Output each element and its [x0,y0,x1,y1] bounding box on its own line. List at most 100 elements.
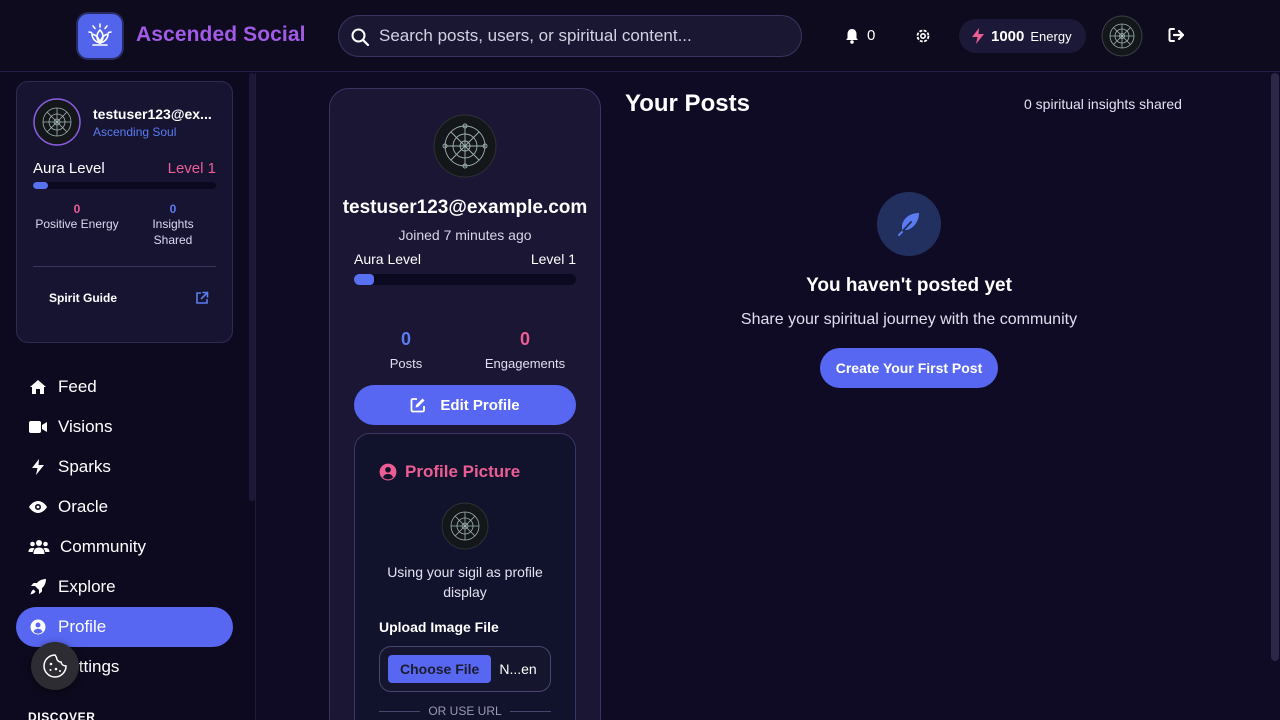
sigil-avatar-icon [1101,15,1143,57]
sidebar-item-feed[interactable]: Feed [16,367,233,407]
positive-energy-label: Positive Energy [35,217,119,231]
search-bar[interactable] [338,15,802,57]
empty-state-icon [877,192,941,256]
sidebar-item-label: Profile [58,617,107,636]
empty-state-title: You haven't posted yet [806,275,1012,296]
settings-button[interactable] [914,27,932,45]
posts-value: 0 [400,329,411,349]
positive-energy-value: 0 [73,202,81,216]
upload-label: Upload Image File [379,619,499,635]
rocket-icon [28,577,48,597]
sidebar-item-profile[interactable]: Profile [16,607,233,647]
aura-progress-fill [33,182,48,189]
aura-label: Aura Level [354,251,421,267]
aura-level: Level 1 [167,160,216,177]
bolt-icon [28,457,48,477]
user-circle-icon [28,617,48,637]
eye-icon [28,497,48,517]
engagements-stat: 0 Engagements [475,329,575,371]
aura-progress-bar [354,274,576,285]
file-input[interactable]: Choose File N...en [379,646,551,692]
posts-stat: 0 Posts [366,329,446,371]
user-name: testuser123@ex... [93,106,212,122]
top-header: Ascended Social 0 1000 Energy [0,0,1280,72]
search-input[interactable] [379,26,779,46]
posts-count: 0 spiritual insights shared [1024,96,1182,112]
edit-profile-button[interactable]: Edit Profile [354,385,576,425]
positive-energy-stat: 0 Positive Energy [33,202,121,232]
home-icon [28,377,48,397]
sidebar-item-visions[interactable]: Visions [16,407,233,447]
aura-label: Aura Level [33,160,105,177]
cookie-icon [43,654,67,678]
main-scrollbar[interactable] [1271,73,1279,661]
aura-progress-bar [33,182,216,189]
empty-state-subtitle: Share your spiritual journey with the co… [740,311,1078,328]
sidebar-section-discover: DISCOVER [28,710,96,720]
notifications-button[interactable]: 0 [845,27,875,44]
avatar[interactable] [33,98,81,146]
spirit-guide-link[interactable]: Spirit Guide [49,291,117,305]
sidebar-item-label: Explore [58,577,116,596]
feather-icon [898,213,919,236]
profile-email: testuser123@example.com [342,197,588,218]
energy-badge[interactable]: 1000 Energy [959,19,1086,53]
user-circle-icon [379,463,397,481]
sidebar-item-label: Sparks [58,457,111,476]
sigil-avatar-icon [433,114,497,178]
profile-card: testuser123@example.com Joined 7 minutes… [329,88,601,720]
gear-icon [916,29,930,43]
sidebar-item-sparks[interactable]: Sparks [16,447,233,487]
sigil-avatar-icon [441,502,489,550]
insights-label: Insights Shared [152,217,194,247]
engagements-value: 0 [519,329,530,349]
engagements-label: Engagements [484,356,566,371]
lotus-icon [88,23,112,46]
logout-button[interactable] [1168,27,1185,43]
cookie-settings-button[interactable] [31,642,79,690]
sidebar-item-community[interactable]: Community [16,527,233,567]
sidebar-item-label: Community [60,537,146,556]
bolt-icon [972,28,984,44]
sigil-note: Using your sigil as profile display [387,564,543,600]
sidebar-item-label: Feed [58,377,97,396]
aura-progress-fill [354,274,374,285]
sidebar-user-card: testuser123@ex... Ascending Soul Aura Le… [16,81,233,343]
insights-value: 0 [169,202,177,216]
edit-profile-label: Edit Profile [440,396,520,414]
posts-label: Posts [389,356,423,371]
divider [33,266,216,267]
choose-file-button[interactable]: Choose File [388,655,492,683]
sigil-avatar-icon [33,98,81,146]
profile-avatar [433,114,497,178]
user-avatar-menu[interactable] [1101,15,1143,57]
sidebar-item-oracle[interactable]: Oracle [16,487,233,527]
or-divider: OR USE URL [379,704,552,718]
bell-icon [846,28,858,44]
sidebar-scrollbar[interactable] [249,73,255,501]
sidebar-item-label: Visions [58,417,113,436]
insights-stat: 0 Insights Shared [135,202,211,248]
video-icon [28,417,48,437]
profile-joined: Joined 7 minutes ago [398,227,532,243]
or-url-label: OR USE URL [428,704,502,718]
aura-level: Level 1 [530,251,576,267]
sidebar-item-explore[interactable]: Explore [16,567,233,607]
notification-count: 0 [867,27,876,44]
sidebar: testuser123@ex... Ascending Soul Aura Le… [0,73,256,720]
user-rank: Ascending Soul [93,125,177,139]
profile-picture-title: Profile Picture [379,462,520,482]
search-icon [351,28,370,47]
sidebar-item-label: Oracle [58,497,109,516]
energy-unit: Energy [1030,28,1072,44]
profile-picture-card: Profile Picture Using your sigil as prof… [354,433,576,720]
profile-picture-title-text: Profile Picture [405,462,521,481]
app-logo[interactable] [78,14,122,58]
external-link-icon[interactable] [195,291,209,305]
create-first-post-button[interactable]: Create Your First Post [820,348,998,388]
logout-icon [1168,28,1185,42]
sigil-preview [441,502,489,550]
users-icon [28,537,50,557]
app-title[interactable]: Ascended Social [136,23,306,47]
page-title: Your Posts [625,90,750,117]
